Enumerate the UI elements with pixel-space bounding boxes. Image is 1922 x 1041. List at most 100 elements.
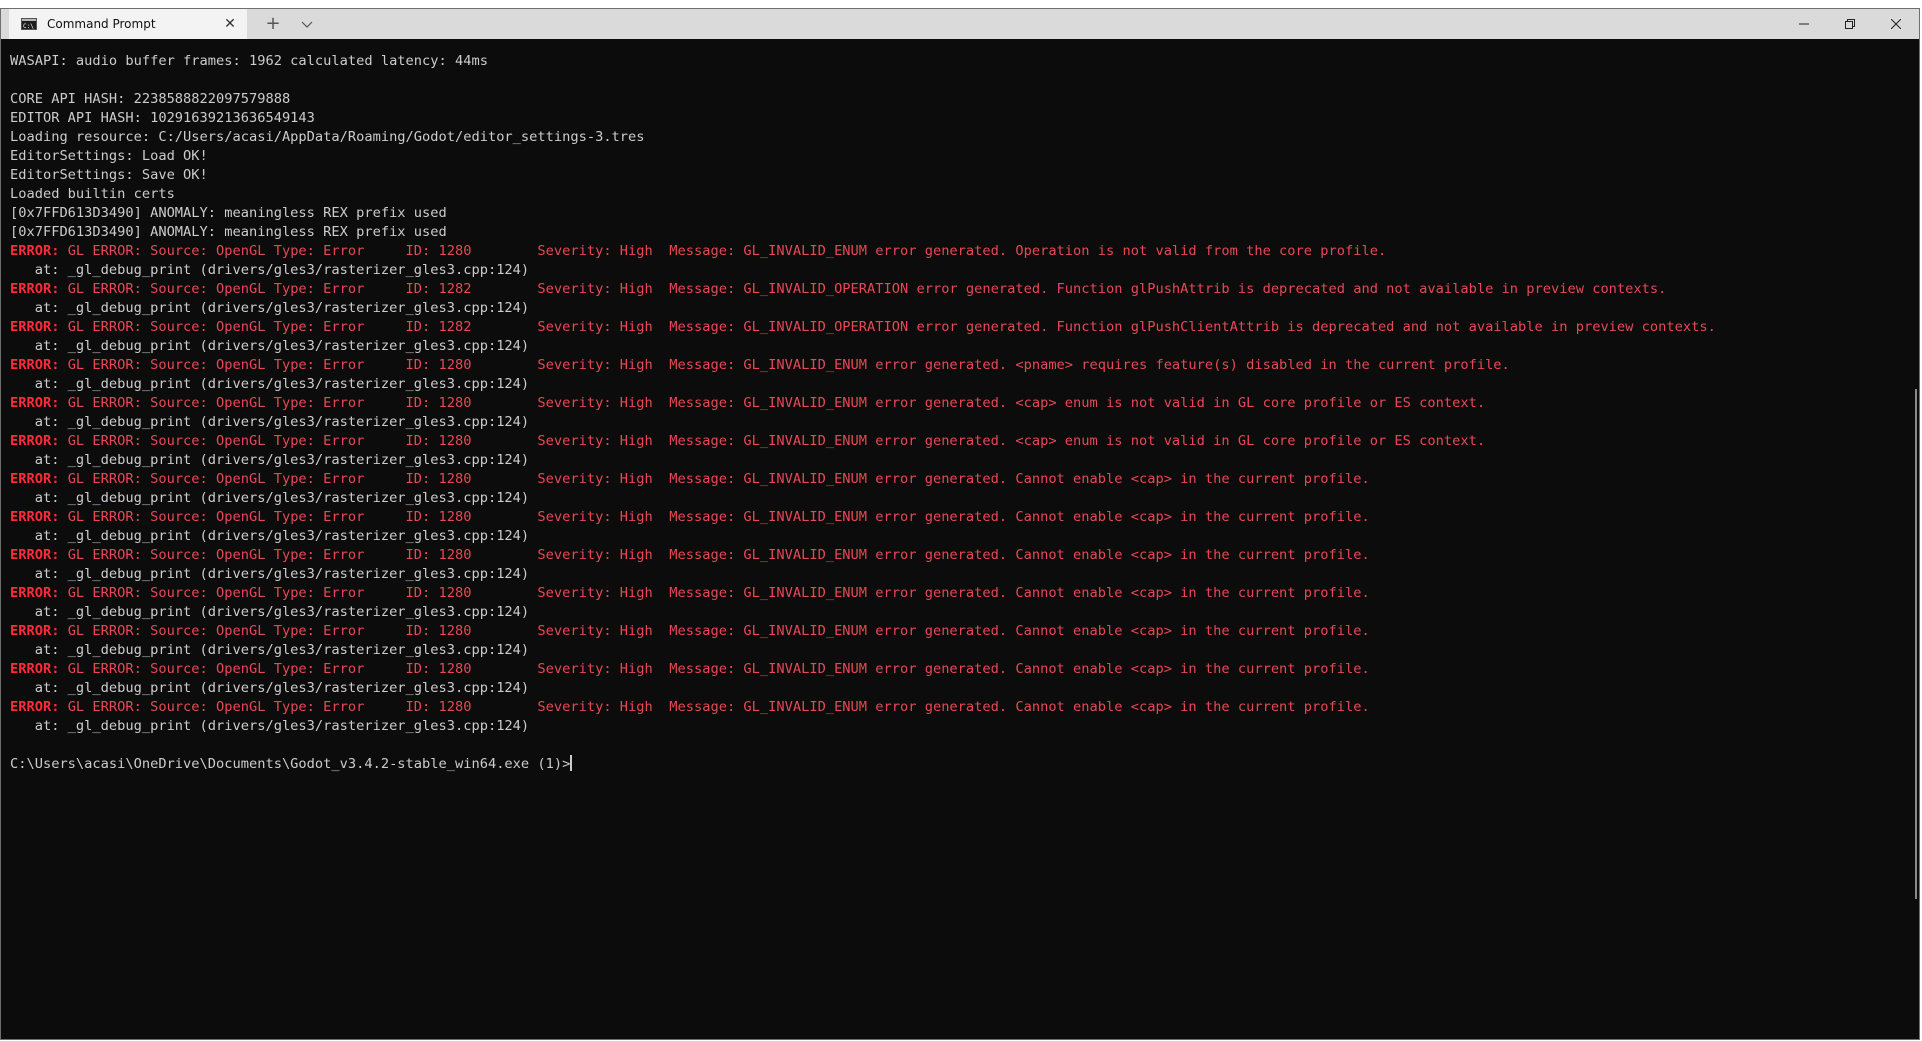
error-message: GL ERROR: Source: OpenGL Type: Error ID:… <box>59 471 1370 487</box>
output-line: EditorSettings: Load OK! <box>10 147 1919 166</box>
close-window-button[interactable] <box>1873 9 1919 39</box>
error-label: ERROR: <box>10 357 60 373</box>
error-line: ERROR: GL ERROR: Source: OpenGL Type: Er… <box>10 394 1919 413</box>
error-message: GL ERROR: Source: OpenGL Type: Error ID:… <box>59 243 1387 259</box>
line-text: at: _gl_debug_print (drivers/gles3/raste… <box>10 680 530 696</box>
line-text: EditorSettings: Save OK! <box>10 167 208 183</box>
error-message: GL ERROR: Source: OpenGL Type: Error ID:… <box>59 357 1510 373</box>
error-line: ERROR: GL ERROR: Source: OpenGL Type: Er… <box>10 508 1919 527</box>
error-line: ERROR: GL ERROR: Source: OpenGL Type: Er… <box>10 470 1919 489</box>
output-line: Loaded builtin certs <box>10 185 1919 204</box>
error-label: ERROR: <box>10 623 60 639</box>
line-text: at: _gl_debug_print (drivers/gles3/raste… <box>10 414 530 430</box>
restore-button[interactable] <box>1827 9 1873 39</box>
text-cursor <box>570 755 573 771</box>
line-text: Loading resource: C:/Users/acasi/AppData… <box>10 129 645 145</box>
error-message: GL ERROR: Source: OpenGL Type: Error ID:… <box>59 319 1716 335</box>
tab-dropdown-button[interactable] <box>294 14 320 34</box>
error-label: ERROR: <box>10 547 60 563</box>
tab-close-button[interactable]: ✕ <box>221 15 239 33</box>
error-message: GL ERROR: Source: OpenGL Type: Error ID:… <box>59 699 1370 715</box>
trace-line: at: _gl_debug_print (drivers/gles3/raste… <box>10 451 1919 470</box>
output-line: Loading resource: C:/Users/acasi/AppData… <box>10 128 1919 147</box>
line-text: at: _gl_debug_print (drivers/gles3/raste… <box>10 528 530 544</box>
line-text: EditorSettings: Load OK! <box>10 148 208 164</box>
trace-line: at: _gl_debug_print (drivers/gles3/raste… <box>10 641 1919 660</box>
output-line: CORE API HASH: 2238588822097579888 <box>10 90 1919 109</box>
line-text: at: _gl_debug_print (drivers/gles3/raste… <box>10 262 530 278</box>
error-line: ERROR: GL ERROR: Source: OpenGL Type: Er… <box>10 660 1919 679</box>
line-text: at: _gl_debug_print (drivers/gles3/raste… <box>10 376 530 392</box>
scrollbar-thumb[interactable] <box>1915 389 1917 899</box>
error-message: GL ERROR: Source: OpenGL Type: Error ID:… <box>59 547 1370 563</box>
line-text: at: _gl_debug_print (drivers/gles3/raste… <box>10 604 530 620</box>
terminal-window: C:\ Command Prompt ✕ + WASAPI: audio buf… <box>0 8 1920 1040</box>
trace-line: at: _gl_debug_print (drivers/gles3/raste… <box>10 337 1919 356</box>
trace-line: at: _gl_debug_print (drivers/gles3/raste… <box>10 679 1919 698</box>
output-line: EditorSettings: Save OK! <box>10 166 1919 185</box>
close-icon <box>1891 19 1901 29</box>
tab-title: Command Prompt <box>47 17 156 31</box>
console-output[interactable]: WASAPI: audio buffer frames: 1962 calcul… <box>10 52 1919 1039</box>
line-text: WASAPI: audio buffer frames: 1962 calcul… <box>10 53 488 69</box>
new-tab-button[interactable]: + <box>260 14 286 34</box>
error-label: ERROR: <box>10 281 60 297</box>
error-line: ERROR: GL ERROR: Source: OpenGL Type: Er… <box>10 280 1919 299</box>
trace-line: at: _gl_debug_print (drivers/gles3/raste… <box>10 413 1919 432</box>
line-text: at: _gl_debug_print (drivers/gles3/raste… <box>10 718 530 734</box>
trace-line: at: _gl_debug_print (drivers/gles3/raste… <box>10 261 1919 280</box>
error-message: GL ERROR: Source: OpenGL Type: Error ID:… <box>59 585 1370 601</box>
scrollbar[interactable] <box>1909 39 1919 1039</box>
prompt-text: C:\Users\acasi\OneDrive\Documents\Godot_… <box>10 756 571 772</box>
trace-line: at: _gl_debug_print (drivers/gles3/raste… <box>10 717 1919 736</box>
error-line: ERROR: GL ERROR: Source: OpenGL Type: Er… <box>10 432 1919 451</box>
error-label: ERROR: <box>10 471 60 487</box>
error-label: ERROR: <box>10 319 60 335</box>
line-text: at: _gl_debug_print (drivers/gles3/raste… <box>10 490 530 506</box>
line-text: at: _gl_debug_print (drivers/gles3/raste… <box>10 452 530 468</box>
minimize-icon <box>1799 23 1809 25</box>
error-label: ERROR: <box>10 509 60 525</box>
line-text: Loaded builtin certs <box>10 186 175 202</box>
trace-line: at: _gl_debug_print (drivers/gles3/raste… <box>10 489 1919 508</box>
chevron-down-icon <box>301 21 313 28</box>
error-line: ERROR: GL ERROR: Source: OpenGL Type: Er… <box>10 622 1919 641</box>
title-bar[interactable]: C:\ Command Prompt ✕ + <box>1 9 1919 39</box>
line-text: at: _gl_debug_print (drivers/gles3/raste… <box>10 642 530 658</box>
error-label: ERROR: <box>10 661 60 677</box>
line-text: [0x7FFD613D3490] ANOMALY: meaningless RE… <box>10 224 447 240</box>
trace-line: at: _gl_debug_print (drivers/gles3/raste… <box>10 565 1919 584</box>
output-line: EDITOR API HASH: 10291639213636549143 <box>10 109 1919 128</box>
error-line: ERROR: GL ERROR: Source: OpenGL Type: Er… <box>10 546 1919 565</box>
error-message: GL ERROR: Source: OpenGL Type: Error ID:… <box>59 395 1486 411</box>
error-label: ERROR: <box>10 699 60 715</box>
error-message: GL ERROR: Source: OpenGL Type: Error ID:… <box>59 661 1370 677</box>
restore-icon <box>1845 19 1855 29</box>
output-line: [0x7FFD613D3490] ANOMALY: meaningless RE… <box>10 204 1919 223</box>
error-label: ERROR: <box>10 433 60 449</box>
output-line: [0x7FFD613D3490] ANOMALY: meaningless RE… <box>10 223 1919 242</box>
error-line: ERROR: GL ERROR: Source: OpenGL Type: Er… <box>10 242 1919 261</box>
line-text: EDITOR API HASH: 10291639213636549143 <box>10 110 315 126</box>
command-prompt-line: C:\Users\acasi\OneDrive\Documents\Godot_… <box>10 755 1919 774</box>
trace-line: at: _gl_debug_print (drivers/gles3/raste… <box>10 603 1919 622</box>
line-text: at: _gl_debug_print (drivers/gles3/raste… <box>10 300 530 316</box>
error-message: GL ERROR: Source: OpenGL Type: Error ID:… <box>59 623 1370 639</box>
tab-command-prompt[interactable]: C:\ Command Prompt ✕ <box>9 9 247 39</box>
error-label: ERROR: <box>10 395 60 411</box>
trace-line: at: _gl_debug_print (drivers/gles3/raste… <box>10 527 1919 546</box>
error-line: ERROR: GL ERROR: Source: OpenGL Type: Er… <box>10 356 1919 375</box>
error-message: GL ERROR: Source: OpenGL Type: Error ID:… <box>59 281 1667 297</box>
error-line: ERROR: GL ERROR: Source: OpenGL Type: Er… <box>10 698 1919 717</box>
line-text: at: _gl_debug_print (drivers/gles3/raste… <box>10 566 530 582</box>
error-message: GL ERROR: Source: OpenGL Type: Error ID:… <box>59 433 1486 449</box>
command-prompt-icon: C:\ <box>21 18 37 30</box>
error-line: ERROR: GL ERROR: Source: OpenGL Type: Er… <box>10 318 1919 337</box>
minimize-button[interactable] <box>1781 9 1827 39</box>
line-text: [0x7FFD613D3490] ANOMALY: meaningless RE… <box>10 205 447 221</box>
output-line: WASAPI: audio buffer frames: 1962 calcul… <box>10 52 1919 71</box>
error-label: ERROR: <box>10 585 60 601</box>
error-line: ERROR: GL ERROR: Source: OpenGL Type: Er… <box>10 584 1919 603</box>
